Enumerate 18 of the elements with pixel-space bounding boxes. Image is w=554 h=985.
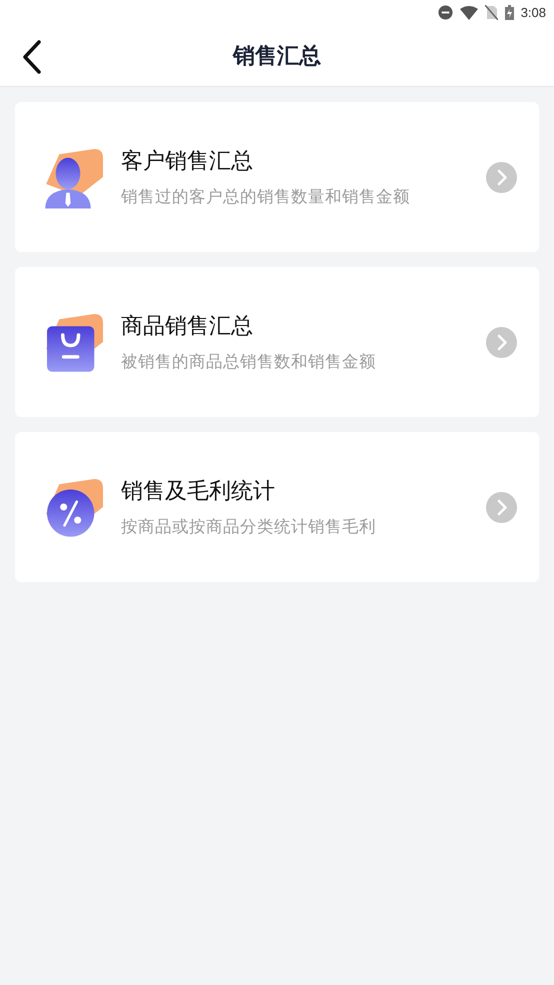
menu-card[interactable]: 客户销售汇总 销售过的客户总的销售数量和销售金额 <box>15 102 539 252</box>
wifi-icon <box>460 6 478 20</box>
menu-card[interactable]: 商品销售汇总 被销售的商品总销售数和销售金额 <box>15 267 539 417</box>
card-title: 商品销售汇总 <box>121 313 254 341</box>
card-title: 销售及毛利统计 <box>121 478 276 506</box>
chevron-right-icon <box>486 162 517 192</box>
battery-icon <box>504 5 514 20</box>
no-sim-icon <box>484 5 498 20</box>
chevron-right-icon <box>486 326 517 358</box>
card-title: 客户销售汇总 <box>121 148 254 176</box>
do-not-disturb-icon <box>438 5 453 20</box>
menu-card[interactable]: 销售及毛利统计 按商品或按商品分类统计销售毛利 <box>15 432 539 582</box>
card-description: 被销售的商品总销售数和销售金额 <box>121 351 377 373</box>
card-description: 按商品或按商品分类统计销售毛利 <box>121 516 377 538</box>
card-description: 销售过的客户总的销售数量和销售金额 <box>121 186 411 208</box>
status-time: 3:08 <box>520 5 546 20</box>
page-title: 销售汇总 <box>233 42 321 70</box>
chevron-right-icon <box>486 492 517 522</box>
